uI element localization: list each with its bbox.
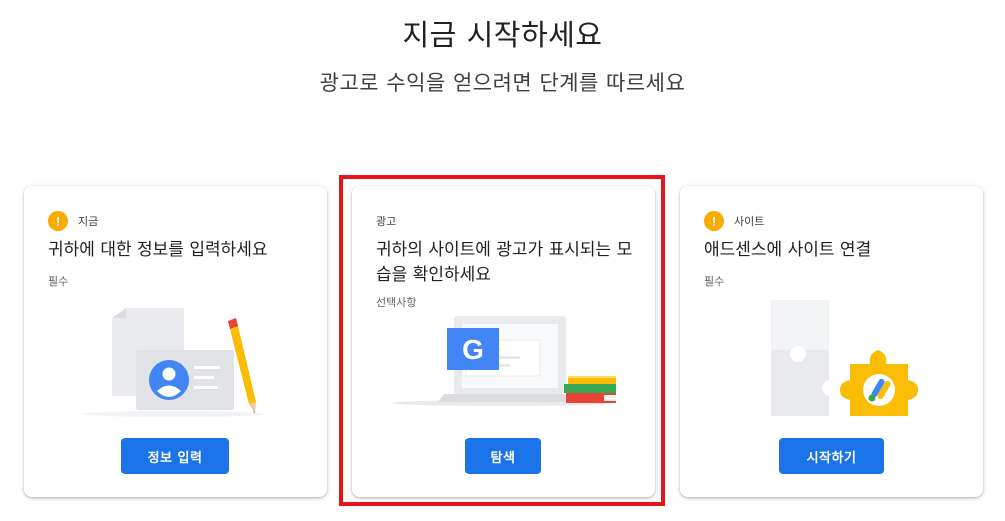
enter-info-button[interactable]: 정보 입력	[121, 438, 229, 474]
page-subtitle: 광고로 수익을 얻으려면 단계를 따르세요	[319, 71, 686, 95]
google-logo-icon: G	[447, 328, 499, 370]
puzzle-gray-icon	[771, 300, 838, 416]
status-row: ! 지금	[48, 210, 98, 232]
card-title: 애드센스에 사이트 연결	[704, 240, 872, 260]
id-card-illustration	[84, 308, 264, 417]
get-started-button[interactable]: 시작하기	[779, 438, 884, 474]
ad-preview-illustration: G	[392, 316, 616, 406]
warning-icon: !	[704, 211, 724, 231]
card-ad-preview: 광고 귀하의 사이트에 광고가 표시되는 모습을 확인하세요 선택사항 G 탐색	[352, 186, 655, 497]
explore-button[interactable]: 탐색	[465, 438, 541, 474]
card-title: 귀하에 대한 정보를 입력하세요	[48, 240, 268, 260]
books-icon	[564, 376, 616, 403]
status-label: 광고	[376, 215, 397, 228]
adsense-puzzle-icon	[840, 350, 918, 416]
status-row: ! 사이트	[704, 210, 764, 232]
card-connect-site: ! 사이트 애드센스에 사이트 연결 필수 시작하기	[680, 186, 983, 497]
svg-text:G: G	[462, 334, 484, 365]
card-title: 귀하의 사이트에 광고가 표시되는 모습을 확인하세요	[376, 240, 633, 285]
warning-icon: !	[48, 211, 68, 231]
card-account-info: ! 지금 귀하에 대한 정보를 입력하세요 필수 정보 입력	[24, 186, 327, 497]
card-requirement: 필수	[704, 275, 725, 288]
status-row: 광고	[376, 210, 396, 232]
status-label: 지금	[78, 215, 99, 228]
user-avatar-icon	[149, 360, 189, 400]
card-requirement: 필수	[48, 275, 69, 288]
page-title: 지금 시작하세요	[402, 18, 603, 52]
site-connect-illustration	[771, 300, 918, 416]
status-label: 사이트	[734, 215, 765, 228]
